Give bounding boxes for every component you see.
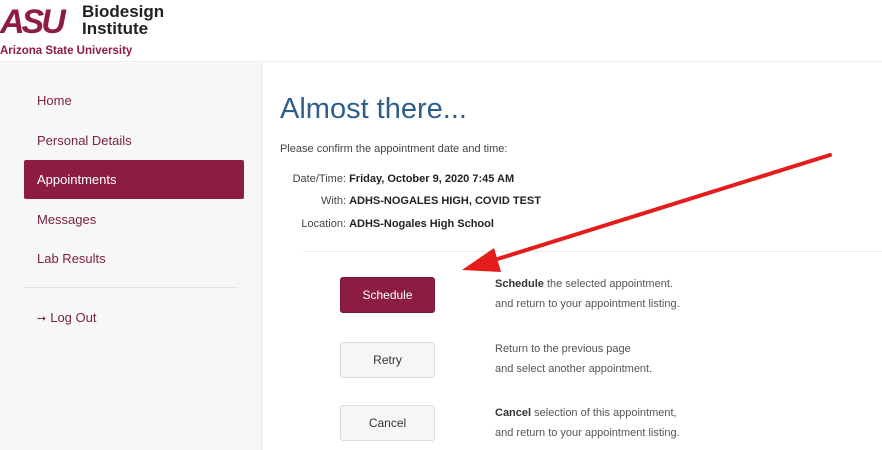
logo-title: Biodesign Institute [82, 3, 202, 37]
cancel-button[interactable]: Cancel [340, 405, 435, 441]
sidebar-nav: Home Personal Details Appointments Messa… [0, 63, 262, 450]
main-content: Almost there... Please confirm the appoi… [263, 63, 882, 450]
details-divider [303, 251, 882, 252]
schedule-description-line1: Schedule the selected appointment. [495, 278, 673, 290]
schedule-button[interactable]: Schedule [340, 277, 435, 313]
retry-description: Return to the previous page and select a… [495, 339, 652, 379]
logo-subtitle: Arizona State University [0, 45, 133, 57]
sidebar-item-personal-details[interactable]: Personal Details [24, 121, 244, 160]
detail-value: ADHS-NOGALES HIGH, COVID TEST [349, 195, 541, 207]
detail-value: ADHS-Nogales High School [349, 218, 494, 230]
detail-date-time: Date/Time: Friday, October 9, 2020 7:45 … [276, 173, 515, 185]
logo-title-line2: Institute [82, 19, 149, 38]
detail-label: Date/Time: [292, 173, 346, 185]
asu-logo-mark: ASU [0, 3, 66, 41]
sidebar-item-home[interactable]: Home [24, 81, 244, 120]
retry-description-line1: Return to the previous page [495, 343, 631, 355]
detail-label: Location: [301, 218, 346, 230]
page-title: Almost there... [280, 93, 467, 125]
header: ASU Biodesign Institute Arizona State Un… [0, 0, 882, 62]
sidebar-divider [24, 287, 238, 288]
sidebar-item-messages[interactable]: Messages [24, 200, 244, 239]
sidebar-item-lab-results[interactable]: Lab Results [24, 239, 244, 278]
confirm-instructions: Please confirm the appointment date and … [280, 143, 508, 155]
schedule-description: Schedule the selected appointment. and r… [495, 274, 680, 314]
cancel-description-line1: Cancel selection of this appointment, [495, 407, 677, 419]
retry-button[interactable]: Retry [340, 342, 435, 378]
sidebar-item-log-out[interactable]: ➙ Log Out [24, 298, 244, 337]
detail-label: With: [320, 195, 346, 207]
detail-with: With: ADHS-NOGALES HIGH, COVID TEST [276, 195, 541, 207]
log-out-label: Log Out [50, 310, 97, 325]
detail-value: Friday, October 9, 2020 7:45 AM [349, 173, 515, 185]
log-out-icon: ➙ [37, 313, 47, 325]
retry-description-line2: and select another appointment. [495, 363, 653, 375]
sidebar-item-appointments[interactable]: Appointments [24, 160, 244, 199]
logo-title-line1: Biodesign [82, 2, 165, 21]
detail-location: Location: ADHS-Nogales High School [276, 218, 494, 230]
cancel-description-line2: and return to your appointment listing. [495, 427, 680, 439]
cancel-description: Cancel selection of this appointment, an… [495, 403, 680, 443]
schedule-description-line2: and return to your appointment listing. [495, 298, 680, 310]
